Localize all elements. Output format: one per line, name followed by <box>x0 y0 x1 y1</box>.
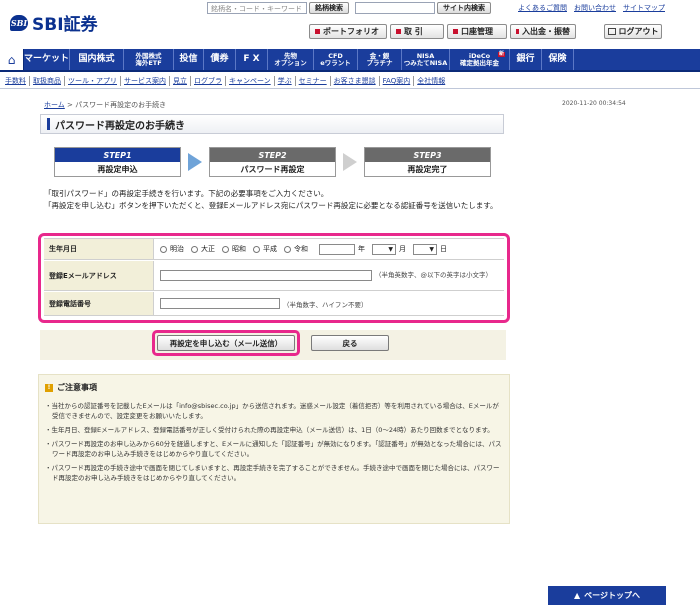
form-highlight <box>38 233 510 323</box>
notice-box: ! ご注意事項 ・当社からの認証番号を記載したEメールは「info@sbisec… <box>38 374 510 524</box>
notice-item: ・生年月日、登録Eメールアドレス、登録電話番号が正しく受付けられた際の再設定申込… <box>45 426 494 434</box>
account-management-button[interactable]: 口座管理 <box>447 24 507 39</box>
subnav-faq[interactable]: FAQ案内 <box>380 76 415 86</box>
sbi-logo[interactable]: SBI SBI証券 <box>10 10 98 35</box>
title-accent-bar <box>47 118 50 130</box>
page-title: パスワード再設定のお手続き <box>40 114 504 134</box>
subnav-seminars[interactable]: セミナー <box>296 76 331 86</box>
step-1-label: 再設定申込 <box>55 162 180 176</box>
sbi-logo-text: SBI証券 <box>32 15 98 35</box>
portfolio-button[interactable]: ポートフォリオ <box>309 24 387 39</box>
new-badge: 新 <box>497 51 505 58</box>
nav-insurance[interactable]: 保険 <box>542 49 574 70</box>
step-3-label: 再設定完了 <box>365 162 490 176</box>
nav-bonds[interactable]: 債券 <box>204 49 236 70</box>
nav-futures-options[interactable]: 先物 オプション <box>268 49 314 70</box>
main-nav: ⌂ マーケット 国内株式 外国株式 海外ETF 投信 債券 F X 先物 オプシ… <box>0 49 700 72</box>
step-2-label: パスワード再設定 <box>210 162 335 176</box>
nav-bank[interactable]: 銀行 <box>510 49 542 70</box>
step-1-head: STEP1 <box>55 148 180 162</box>
nav-foreign-stocks[interactable]: 外国株式 海外ETF <box>124 49 174 70</box>
stock-search-input[interactable]: 銘柄名・コード・キーワード <box>207 2 307 14</box>
deposit-withdraw-button[interactable]: 入出金・振替 <box>510 24 576 39</box>
stock-search-button[interactable]: 銘柄検索 <box>309 2 349 14</box>
intro-text: 「取引パスワード」の再設定手続きを行います。下記の必要事項をご入力ください。 「… <box>44 189 498 210</box>
arrow-up-icon: ▲ <box>574 591 581 600</box>
top-links: よくあるご質問 お問い合わせ サイトマップ <box>518 3 665 13</box>
notice-heading: ! ご注意事項 <box>45 382 97 393</box>
nav-funds[interactable]: 投信 <box>174 49 204 70</box>
breadcrumb-current: パスワード再設定のお手続き <box>75 101 167 109</box>
red-square-icon <box>396 29 401 34</box>
subnav-customer[interactable]: お客さま懇談 <box>331 76 380 86</box>
step-3-head: STEP3 <box>365 148 490 162</box>
notice-list: ・当社からの認証番号を記載したEメールは「info@sbisec.co.jp」か… <box>45 401 505 487</box>
step-2: STEP2 パスワード再設定 <box>209 147 336 177</box>
nav-fx[interactable]: F X <box>236 49 268 70</box>
trade-button[interactable]: 取 引 <box>390 24 444 39</box>
subnav-tools[interactable]: ツール・アプリ <box>65 76 121 86</box>
divider <box>0 88 700 89</box>
warning-icon: ! <box>45 383 53 392</box>
subnav-learn[interactable]: 学ぶ <box>275 76 296 86</box>
step-1: STEP1 再設定申込 <box>54 147 181 177</box>
breadcrumb: ホーム > パスワード再設定のお手続き <box>44 101 167 109</box>
subnav-item-6[interactable]: ログブラ <box>191 76 226 86</box>
breadcrumb-home[interactable]: ホーム <box>44 101 65 109</box>
timestamp: 2020-11-20 00:34:54 <box>562 100 626 107</box>
logout-icon <box>607 28 616 35</box>
nav-ideco[interactable]: iDeCo 確定拠出年金 新 <box>450 49 510 70</box>
nav-market[interactable]: マーケット <box>24 49 70 70</box>
nav-domestic-stocks[interactable]: 国内株式 <box>70 49 124 70</box>
step-2-head: STEP2 <box>210 148 335 162</box>
subnav-products[interactable]: 取扱商品 <box>30 76 65 86</box>
submit-highlight <box>152 330 300 356</box>
notice-item: ・当社からの認証番号を記載したEメールは「info@sbisec.co.jp」か… <box>45 402 499 420</box>
subnav-services[interactable]: サービス案内 <box>121 76 170 86</box>
step-arrow-icon <box>343 153 357 171</box>
site-search-input[interactable] <box>355 2 435 14</box>
contact-link[interactable]: お問い合わせ <box>574 3 616 13</box>
sub-nav: 手数料 取扱商品 ツール・アプリ サービス案内 見立 ログブラ キャンペーン 学… <box>2 76 448 86</box>
sbi-logo-mark: SBI <box>10 14 28 31</box>
step-arrow-icon <box>188 153 202 171</box>
back-button[interactable]: 戻る <box>311 335 389 351</box>
faq-link[interactable]: よくあるご質問 <box>518 3 567 13</box>
subnav-item-5[interactable]: 見立 <box>170 76 191 86</box>
red-square-icon <box>315 29 320 34</box>
subnav-campaigns[interactable]: キャンペーン <box>226 76 275 86</box>
subnav-fees[interactable]: 手数料 <box>2 76 30 86</box>
step-3: STEP3 再設定完了 <box>364 147 491 177</box>
nav-gold-silver-platinum[interactable]: 金・銀 プラチナ <box>358 49 402 70</box>
home-icon[interactable]: ⌂ <box>0 49 24 70</box>
site-search-button[interactable]: サイト内検索 <box>437 2 491 14</box>
red-square-icon <box>516 29 519 34</box>
red-square-icon <box>453 29 458 34</box>
notice-item: ・パスワード再設定の手続き途中で画面を閉じてしまいますと、再設定手続きを完了する… <box>45 464 500 482</box>
logout-button[interactable]: ログアウト <box>604 24 662 39</box>
subnav-company[interactable]: 全社情報 <box>414 76 448 86</box>
nav-cfd-warrant[interactable]: CFD eワラント <box>314 49 358 70</box>
nav-nisa[interactable]: NISA つみたてNISA <box>402 49 450 70</box>
notice-item: ・パスワード再設定のお申し込みから60分を経過しますと、Eメールに通知した「認証… <box>45 440 502 458</box>
sitemap-link[interactable]: サイトマップ <box>623 3 665 13</box>
page-top-button[interactable]: ▲ ページトップへ <box>548 586 666 605</box>
